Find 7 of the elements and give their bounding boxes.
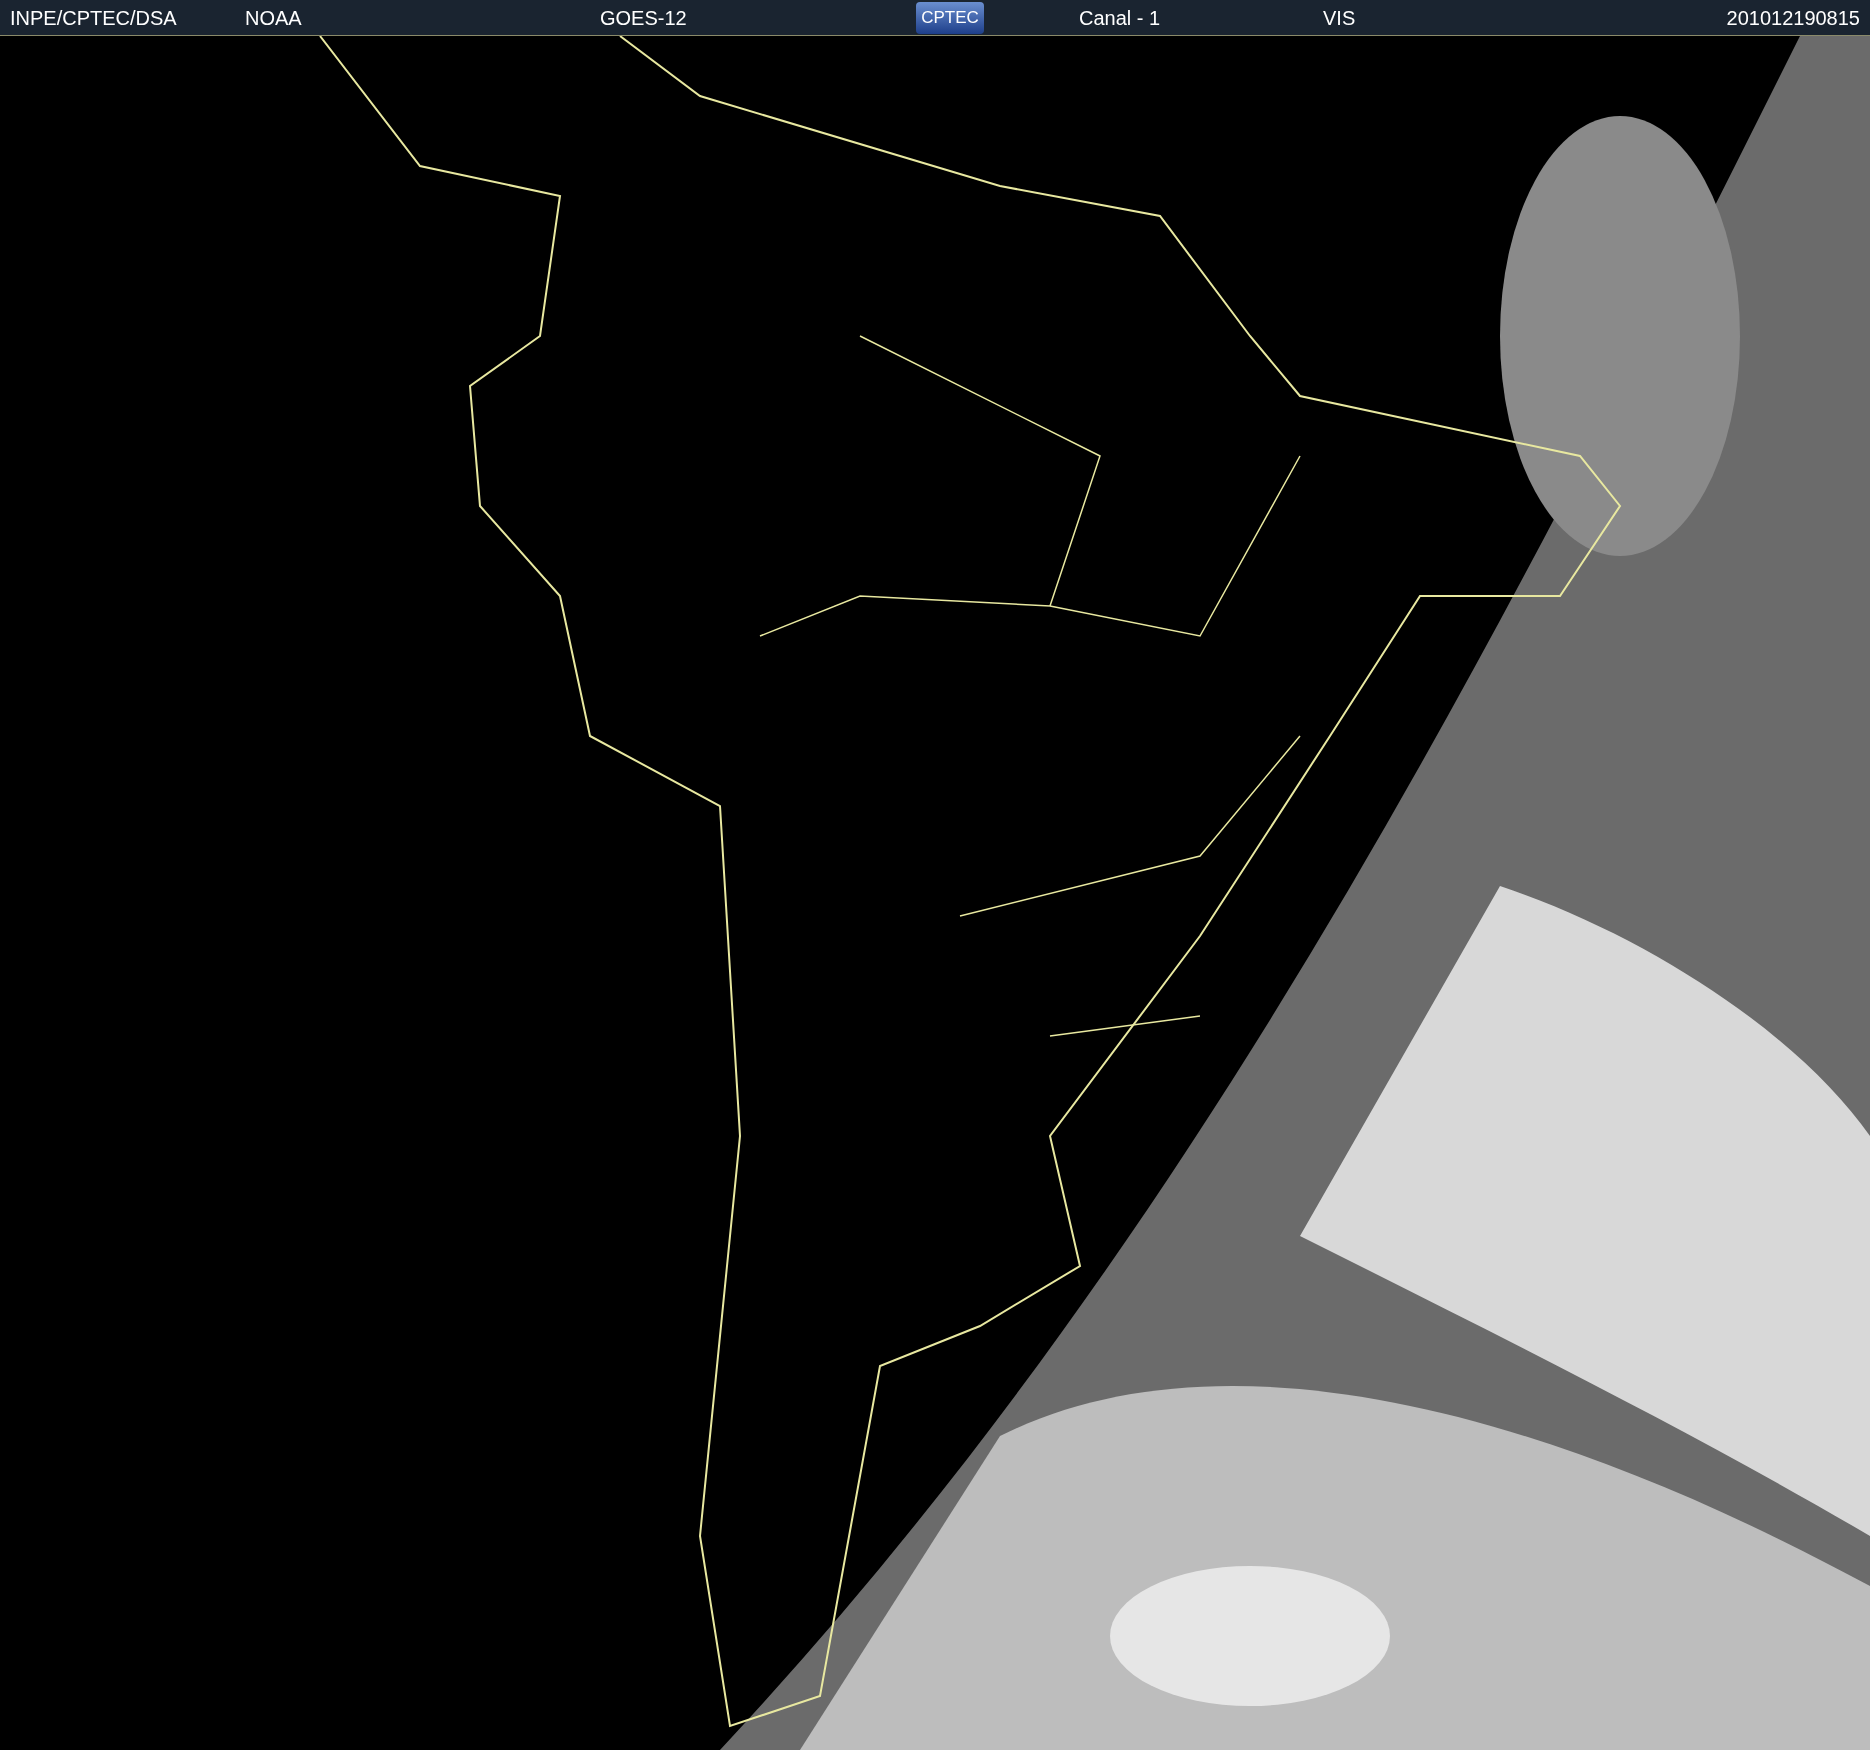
source-label: INPE/CPTEC/DSA [10,7,178,28]
satellite-label: GOES-12 [600,7,688,28]
band-label: VIS [1323,7,1357,28]
agency-label: NOAA [245,7,303,28]
timestamp-label: 201012190815 [1726,7,1860,28]
channel-label: Canal - 1 [1079,7,1162,28]
logo: CPTEC [916,1,984,34]
